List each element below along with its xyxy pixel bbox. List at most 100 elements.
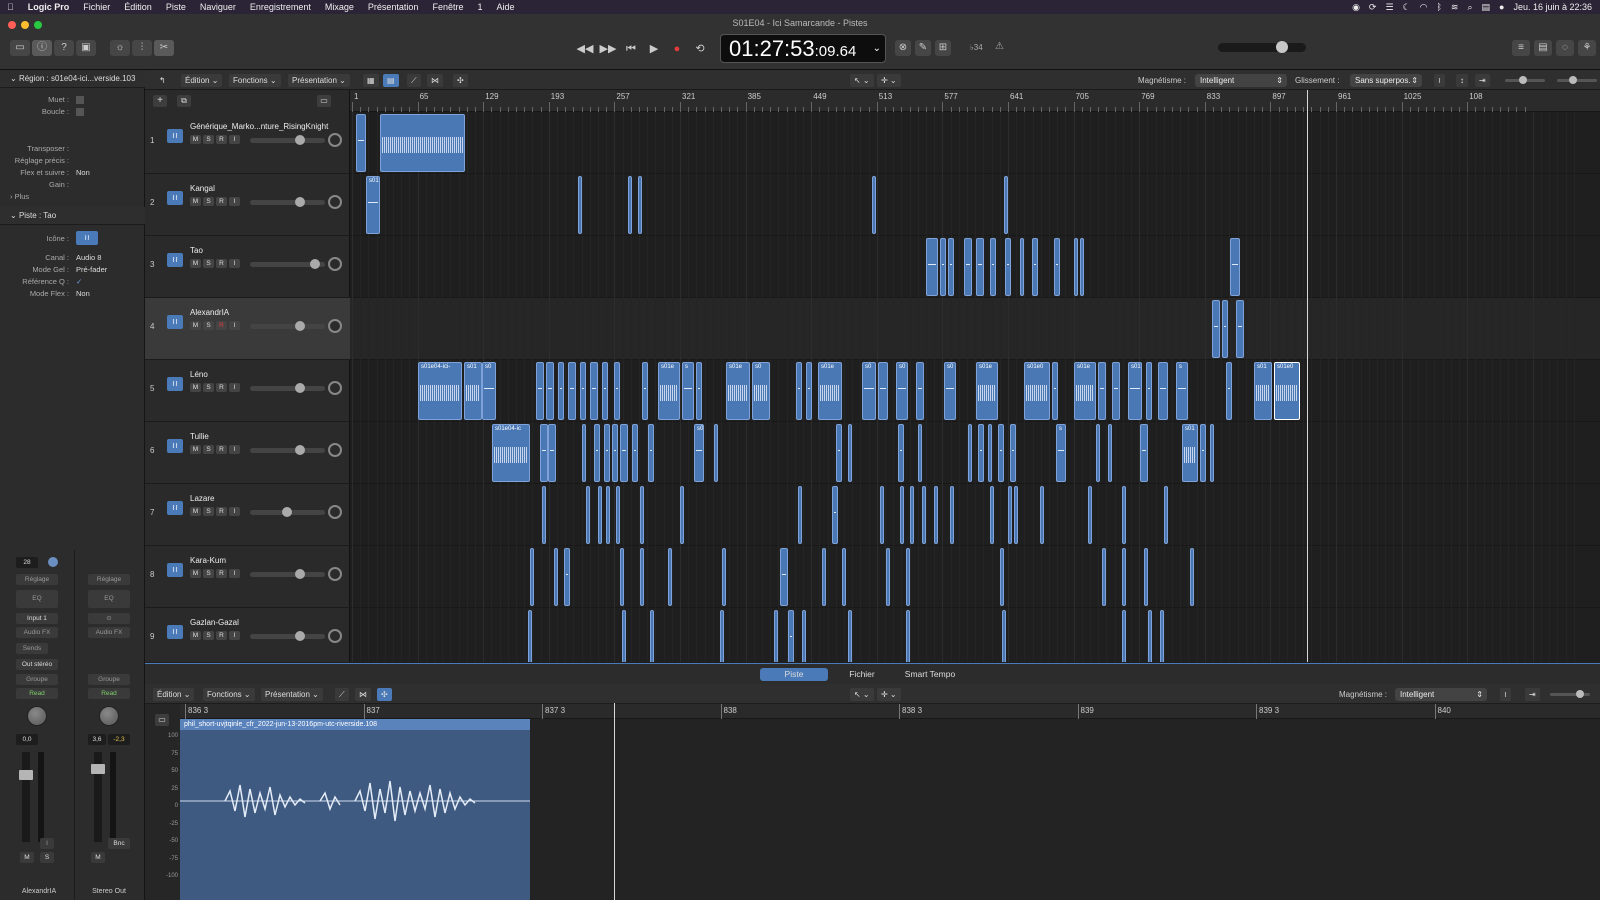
bar-ruler[interactable]: 1 65 129 193 257 321 385 449 513 577 641 705 769 833 8… [350,90,1600,112]
audio-region[interactable] [1004,176,1008,234]
audio-region[interactable] [1122,610,1126,662]
list-editors-icon[interactable]: ≡ [1512,40,1530,56]
sync-icon[interactable]: ⟳ [1369,2,1377,12]
count-in-icon[interactable]: ⊞ [935,40,951,56]
track-volume-slider[interactable] [250,569,325,579]
audio-region[interactable]: s01 [366,176,380,234]
record-enable-button[interactable]: R [216,197,227,206]
tuner-icon[interactable]: ⊗ [895,40,911,56]
grid-view-icon[interactable]: ▦ [363,74,379,87]
audio-region[interactable] [988,424,992,482]
strip2-fader-cap[interactable] [91,764,105,774]
audio-region[interactable] [832,486,838,544]
solo-button[interactable]: S [203,259,214,268]
mute-button[interactable]: M [190,321,201,330]
audio-region[interactable] [978,424,984,482]
editor-display-icon[interactable]: ▭ [155,714,169,726]
moon-icon[interactable]: ☾ [1403,2,1411,12]
cycle-icon[interactable]: ⟲ [690,40,710,58]
audio-region[interactable] [1108,424,1112,482]
audio-region[interactable] [1080,238,1084,296]
tab-piste[interactable]: Piste [760,668,828,681]
audio-region[interactable] [606,486,610,544]
audio-region[interactable]: s0 [944,362,956,420]
tools-icon[interactable]: ✎ [915,40,931,56]
audio-region[interactable]: s01e04-ic [492,424,530,482]
audio-region[interactable] [1122,486,1126,544]
track-header[interactable]: 3 ≀≀ Tao M S R I [145,236,350,298]
waveform-icon[interactable]: ≀≀ [76,231,98,245]
audio-region[interactable] [638,176,642,234]
track-name[interactable]: Tullie [190,432,345,441]
track-name[interactable]: Lazare [190,494,345,503]
record-enable-button[interactable]: R [216,445,227,454]
mute-button[interactable]: M [190,507,201,516]
audio-region[interactable] [1140,424,1148,482]
audio-region[interactable] [1146,362,1152,420]
volume-slider-knob[interactable] [295,383,305,393]
volume-slider-knob[interactable] [295,445,305,455]
volume-slider-knob[interactable] [295,631,305,641]
track-pan-knob[interactable] [328,257,342,271]
lcd-display[interactable]: 01:27:53:09.64 ⌄ [720,34,886,63]
input-monitor-button[interactable]: I [229,631,240,640]
audio-region[interactable]: s [1176,362,1188,420]
audio-region[interactable]: s0 [694,424,704,482]
audio-region[interactable] [1010,424,1016,482]
audio-region[interactable] [1236,300,1244,358]
audio-region[interactable]: s [1056,424,1066,482]
audio-region[interactable] [1148,610,1152,662]
volume-slider-knob[interactable] [295,197,305,207]
audio-region[interactable] [582,424,586,482]
slider-knob[interactable] [1519,76,1527,84]
audio-region[interactable]: s01e [1074,362,1096,420]
forward-icon[interactable]: ▶▶ [598,40,618,58]
loop-checkbox[interactable] [76,108,84,116]
strip1-value[interactable]: 28 [16,557,38,568]
input-monitor-button[interactable]: I [229,507,240,516]
audio-region[interactable]: s01e [658,362,680,420]
region-transpose-row[interactable]: Transposer : [0,143,145,155]
automation-icon[interactable]: ⟋ [407,74,421,87]
audio-region[interactable]: s01 [1254,362,1272,420]
loops-icon[interactable]: ◌ [1556,40,1574,56]
track-volume-slider[interactable] [250,445,325,455]
audio-region[interactable] [380,114,465,172]
audio-region[interactable] [1158,362,1168,420]
horizontal-fit-icon[interactable]: ⇥ [1475,74,1490,87]
control-center-icon[interactable]: ▤ [1481,2,1490,12]
audio-region[interactable] [998,424,1004,482]
audio-region[interactable] [848,424,852,482]
volume-slider-knob[interactable] [295,321,305,331]
go-to-start-icon[interactable]: ⏮ [621,40,641,58]
track-volume-slider[interactable] [250,197,325,207]
track-channel-row[interactable]: Canal : Audio 8 [0,252,145,264]
audio-region[interactable] [774,610,778,662]
audio-region[interactable] [616,486,620,544]
track-pan-knob[interactable] [328,629,342,643]
track-pan-knob[interactable] [328,319,342,333]
menu-1[interactable]: 1 [470,2,489,12]
region-gain-row[interactable]: Gain : [0,179,145,191]
track-volume-slider[interactable] [250,321,325,331]
track-name[interactable]: Générique_Marko...nture_RisingKnight [190,122,345,131]
audio-region[interactable] [598,486,602,544]
audio-region[interactable] [1190,548,1194,606]
input-monitor-button[interactable]: I [229,197,240,206]
track-freeze-row[interactable]: Mode Gel : Pré-fader [0,264,145,276]
audio-region[interactable] [848,610,852,662]
track-volume-slider[interactable] [250,259,325,269]
audio-region[interactable] [650,610,654,662]
tab-fichier[interactable]: Fichier [828,668,896,681]
secondary-tool[interactable]: ✛ ⌄ [877,74,901,87]
audio-region[interactable] [788,610,794,662]
strip1-automation[interactable]: Read [16,688,58,699]
track-inspector-header[interactable]: ⌄ Piste : Tao [0,207,145,225]
audio-region[interactable] [898,424,904,482]
audio-region[interactable] [780,548,788,606]
flex-icon[interactable]: ⋈ [427,74,443,87]
audio-region[interactable] [356,114,366,172]
audio-region[interactable] [602,362,608,420]
smart-controls-icon[interactable]: ☼ [110,40,130,56]
audio-region[interactable] [1164,486,1168,544]
